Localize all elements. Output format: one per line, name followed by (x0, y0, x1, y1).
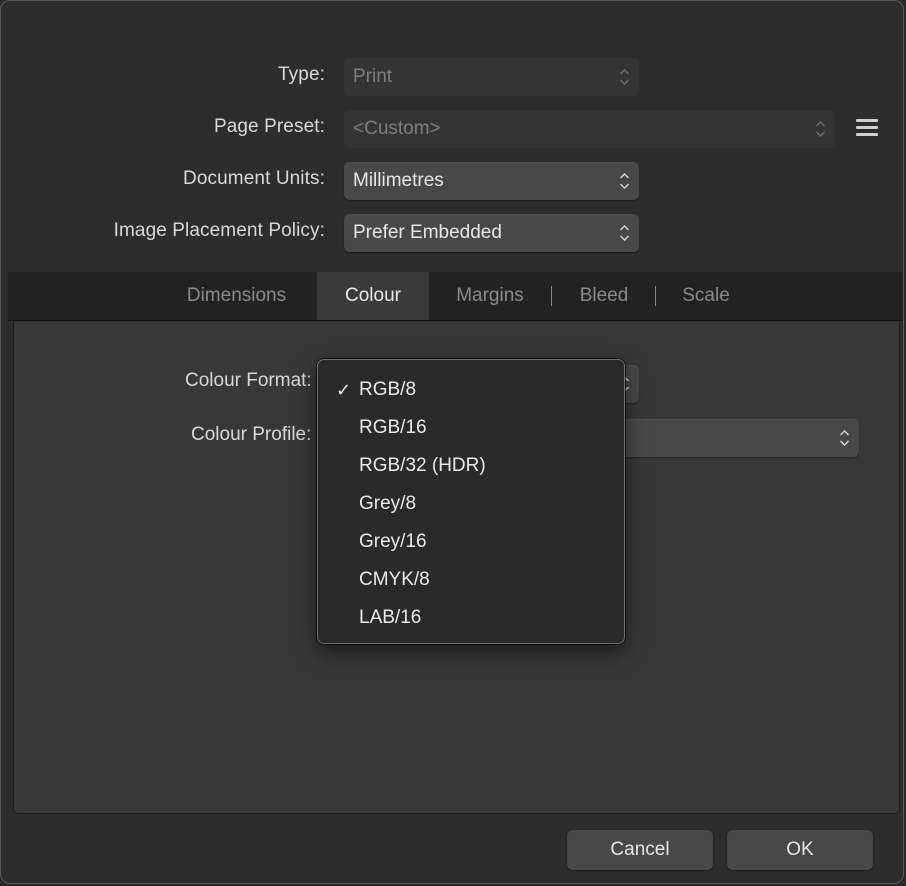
tab-margins[interactable]: Margins (433, 272, 547, 320)
menu-item-label: RGB/8 (359, 379, 417, 400)
menu-item-grey8[interactable]: Grey/8 (318, 485, 624, 523)
menu-item-label: RGB/16 (359, 417, 427, 438)
tab-divider (551, 286, 552, 306)
colour-format-label: Colour Format: (185, 370, 312, 391)
chevron-updown-icon (619, 223, 630, 243)
tab-bleed[interactable]: Bleed (555, 272, 653, 320)
menu-item-cmyk8[interactable]: CMYK/8 (318, 561, 624, 599)
hamburger-menu-icon[interactable] (856, 119, 878, 139)
ok-button[interactable]: OK (727, 830, 873, 870)
document-units-value: Millimetres (353, 170, 444, 191)
menu-item-label: LAB/16 (359, 607, 422, 628)
menu-item-label: Grey/16 (359, 531, 427, 552)
menu-item-rgb16[interactable]: RGB/16 (318, 409, 624, 447)
document-units-select[interactable]: Millimetres (344, 162, 639, 200)
chevron-updown-icon (619, 67, 630, 87)
chevron-updown-icon (839, 428, 850, 448)
page-preset-select: <Custom> (344, 110, 835, 148)
tab-divider (655, 286, 656, 306)
tab-bar: Dimensions Colour Margins Bleed Scale (8, 272, 903, 321)
menu-item-grey16[interactable]: Grey/16 (318, 523, 624, 561)
tab-scale[interactable]: Scale (659, 272, 753, 320)
new-document-dialog: Type: Print Page Preset: <Custom> Docume… (0, 0, 904, 884)
image-placement-policy-select[interactable]: Prefer Embedded (344, 214, 639, 252)
document-units-label: Document Units: (183, 168, 325, 189)
colour-format-menu: ✓ RGB/8 RGB/16 RGB/32 (HDR) Grey/8 Grey/… (317, 359, 625, 644)
type-select: Print (344, 58, 639, 96)
menu-item-rgb8[interactable]: ✓ RGB/8 (318, 371, 624, 409)
image-placement-policy-value: Prefer Embedded (353, 222, 502, 243)
chevron-updown-icon (619, 171, 630, 191)
tab-dimensions[interactable]: Dimensions (159, 272, 314, 320)
type-value: Print (353, 66, 393, 87)
menu-item-label: RGB/32 (HDR) (359, 455, 486, 476)
menu-item-lab16[interactable]: LAB/16 (318, 599, 624, 637)
colour-profile-label: Colour Profile: (191, 424, 312, 445)
page-preset-value: <Custom> (353, 118, 441, 139)
page-preset-label: Page Preset: (213, 116, 325, 137)
checkmark-icon: ✓ (336, 380, 352, 400)
menu-item-rgb32-hdr[interactable]: RGB/32 (HDR) (318, 447, 624, 485)
tab-colour[interactable]: Colour (317, 272, 429, 320)
type-label: Type: (278, 64, 325, 85)
menu-item-label: CMYK/8 (359, 569, 430, 590)
chevron-updown-icon (815, 119, 826, 139)
menu-item-label: Grey/8 (359, 493, 417, 514)
cancel-button[interactable]: Cancel (567, 830, 713, 870)
image-placement-policy-label: Image Placement Policy: (113, 220, 325, 241)
